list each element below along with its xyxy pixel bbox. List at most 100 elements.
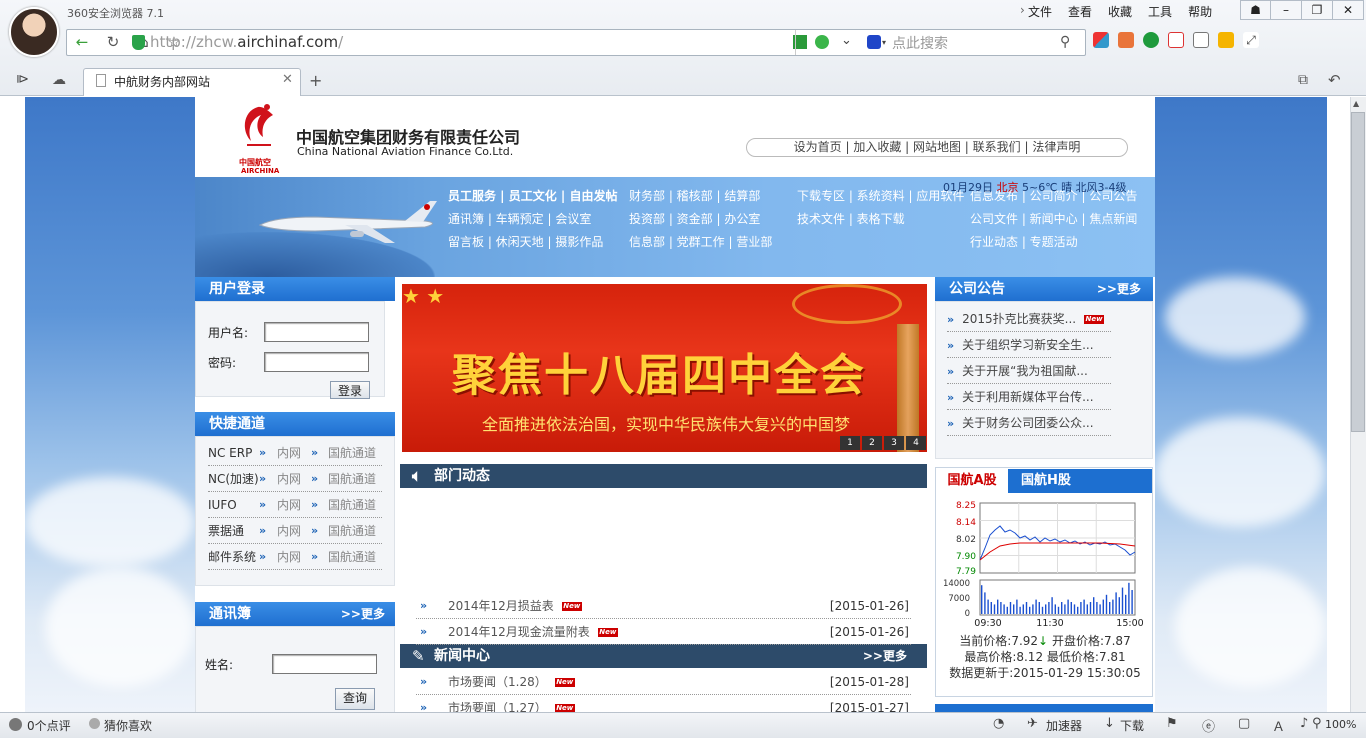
close-button[interactable]: ✕	[1333, 0, 1364, 20]
nav-row[interactable]: 通讯簿 | 车辆预定 | 会议室	[448, 208, 617, 231]
list-item[interactable]: » 2014年12月损益表 New [2015-01-26]	[416, 593, 911, 619]
ie-mode-icon[interactable]: ⓔ	[1202, 716, 1215, 735]
airchina-logo-icon[interactable]	[233, 101, 283, 159]
translate-icon[interactable]: Ａ	[1272, 716, 1285, 735]
quick-row-name[interactable]: NC(加速)	[208, 466, 259, 492]
quick-row-airchina[interactable]: 国航通道	[328, 518, 376, 544]
nav-row[interactable]: 技术文件 | 表格下载	[797, 208, 964, 231]
expand-icon[interactable]: ⤢	[1243, 32, 1259, 48]
flag-icon[interactable]: ⚑	[1166, 716, 1178, 731]
compat-mode-icon[interactable]	[815, 35, 829, 49]
status-comments[interactable]: 0个点评	[27, 717, 71, 734]
gift-icon[interactable]	[1118, 32, 1134, 48]
baidu-paw-icon[interactable]	[867, 35, 881, 49]
quick-row-name[interactable]: 票据通	[208, 518, 244, 544]
contacts-more-link[interactable]: >>更多	[341, 602, 385, 626]
news-more-link[interactable]: >>更多	[863, 644, 907, 668]
nav-row[interactable]: 投资部 | 资金部 | 办公室	[629, 208, 772, 231]
minimize-button[interactable]: –	[1271, 0, 1302, 20]
slider-page-3[interactable]: 3	[884, 436, 904, 450]
apps-icon[interactable]	[1093, 32, 1109, 48]
hero-slider[interactable]: ★ ★ 聚焦十八届四中全会 全面推进依法治国，实现中华民族伟大复兴的中国梦 1 …	[402, 284, 927, 452]
sound-icon[interactable]: ♪	[1300, 716, 1308, 731]
search-input[interactable]: 点此搜索	[892, 33, 948, 53]
caret-down-icon[interactable]: ▾	[882, 38, 886, 47]
nav-row[interactable]: 下载专区 | 系统资料 | 应用软件	[797, 185, 964, 208]
nav-row[interactable]: 财务部 | 稽核部 | 结算部	[629, 185, 772, 208]
name-input[interactable]	[272, 654, 377, 674]
status-zoom[interactable]: 100%	[1325, 718, 1356, 731]
list-item[interactable]: » 2014年12月现金流量附表 New [2015-01-26]	[416, 619, 911, 645]
list-item-title[interactable]: 2014年12月现金流量附表 New	[448, 619, 618, 645]
chevron-down-icon[interactable]: ⌄	[841, 33, 852, 48]
new-tab-icon[interactable]: +	[309, 71, 322, 90]
url-input[interactable]: http://zhcw.airchinaf.com/	[150, 33, 343, 51]
quick-row-airchina[interactable]: 国航通道	[328, 466, 376, 492]
speedometer-icon[interactable]: ◔	[993, 716, 1004, 731]
list-item-title[interactable]: 市场要闻（1.27） New	[448, 695, 575, 712]
nav-row[interactable]: 公司文件 | 新闻中心 | 焦点新闻	[970, 208, 1137, 231]
user-avatar[interactable]	[9, 7, 59, 57]
quick-row-intranet[interactable]: 内网	[277, 544, 301, 570]
slider-page-1[interactable]: 1	[840, 436, 860, 450]
nav-row[interactable]: 行业动态 | 专题活动	[970, 231, 1137, 254]
menu-tools[interactable]: 工具	[1140, 2, 1180, 20]
restore-button[interactable]: ❐	[1302, 0, 1333, 20]
quick-row-intranet[interactable]: 内网	[277, 492, 301, 518]
quick-row-airchina[interactable]: 国航通道	[328, 440, 376, 466]
notice-more-link[interactable]: >>更多	[1097, 277, 1141, 301]
skin-icon[interactable]: ☗	[1240, 0, 1271, 20]
status-download[interactable]: 下载	[1120, 717, 1144, 734]
list-item-title[interactable]: 市场要闻（1.28） New	[448, 669, 575, 695]
quick-row-name[interactable]: 邮件系统	[208, 544, 256, 570]
zoom-icon[interactable]: ⚲	[1312, 716, 1322, 731]
cloud-icon[interactable]: ☁	[52, 72, 66, 88]
notice-item[interactable]: » 2015扑克比赛获奖... New	[947, 306, 1111, 332]
screenshot-icon[interactable]	[1193, 32, 1209, 48]
list-item[interactable]: » 市场要闻（1.28） New [2015-01-28]	[416, 669, 911, 695]
scrollbar-thumb[interactable]	[1351, 112, 1365, 432]
tab-list-icon[interactable]: ⧉	[1298, 72, 1308, 88]
menu-view[interactable]: 查看	[1060, 2, 1100, 20]
list-item[interactable]: » 市场要闻（1.27） New [2015-01-27]	[416, 695, 911, 712]
notice-item[interactable]: » 关于财务公司团委公众...	[947, 410, 1111, 436]
slider-page-2[interactable]: 2	[862, 436, 882, 450]
quick-row-name[interactable]: IUFO	[208, 492, 237, 518]
search-icon[interactable]: ⚲	[1060, 34, 1070, 50]
game-icon[interactable]	[1218, 32, 1234, 48]
status-accelerator[interactable]: 加速器	[1046, 717, 1082, 734]
password-input[interactable]	[264, 352, 369, 372]
quick-row-intranet[interactable]: 内网	[277, 518, 301, 544]
back-icon[interactable]: ←	[71, 32, 93, 52]
comment-icon[interactable]	[9, 718, 22, 731]
download-icon[interactable]: ↓	[1104, 716, 1115, 731]
list-item-title[interactable]: 2014年12月损益表 New	[448, 593, 582, 619]
slider-page-4[interactable]: 4	[906, 436, 926, 450]
query-button[interactable]: 查询	[335, 688, 375, 710]
window-icon[interactable]: ▢	[1238, 716, 1250, 731]
scroll-up-icon[interactable]: ▲	[1353, 99, 1359, 108]
nav-row[interactable]: 留言板 | 休闲天地 | 摄影作品	[448, 231, 617, 254]
tab-h-share[interactable]: 国航H股	[1021, 469, 1071, 493]
nav-row[interactable]: 员工服务 | 员工文化 | 自由发帖	[448, 185, 617, 208]
quick-row-airchina[interactable]: 国航通道	[328, 544, 376, 570]
nav-row[interactable]: 信息部 | 党群工作 | 营业部	[629, 231, 772, 254]
tab-close-icon[interactable]: ✕	[282, 72, 293, 87]
status-guess[interactable]: 猜你喜欢	[104, 717, 152, 734]
notice-item[interactable]: » 关于开展“我为祖国献...	[947, 358, 1111, 384]
notice-item[interactable]: » 关于利用新媒体平台传...	[947, 384, 1111, 410]
quick-row-airchina[interactable]: 国航通道	[328, 492, 376, 518]
undo-close-icon[interactable]: ↶	[1328, 71, 1341, 89]
quick-row-intranet[interactable]: 内网	[277, 466, 301, 492]
notice-item[interactable]: » 关于组织学习新安全生...	[947, 332, 1111, 358]
menu-favorites[interactable]: 收藏	[1100, 2, 1140, 20]
safety-icon[interactable]	[1143, 32, 1159, 48]
menu-help[interactable]: 帮助	[1180, 2, 1220, 20]
sidebar-toggle-icon[interactable]: ⧐	[16, 72, 29, 87]
refresh-icon[interactable]: ↻	[102, 32, 124, 52]
tab-a-share[interactable]: 国航A股	[936, 469, 1008, 493]
rocket-icon[interactable]: ✈	[1027, 716, 1038, 731]
login-button[interactable]: 登录	[330, 381, 370, 399]
ad-block-icon[interactable]	[1168, 32, 1184, 48]
menu-file[interactable]: 文件	[1020, 2, 1060, 20]
